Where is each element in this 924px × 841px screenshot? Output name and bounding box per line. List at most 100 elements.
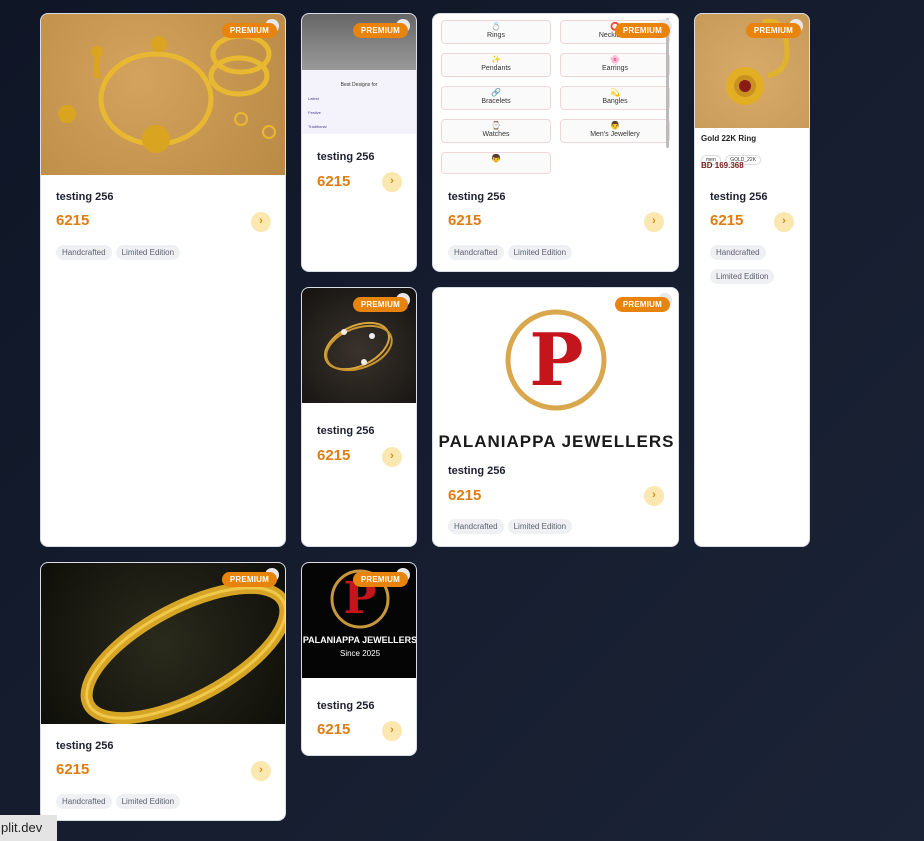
logo-text: PALANIAPPA JEWELLERS [302, 635, 416, 645]
product-card[interactable]: P PALANIAPPA JEWELLERS PREMIUM testing 2… [432, 287, 679, 547]
category-label: Earrings [601, 65, 629, 72]
category-label: Men's Jewellery [590, 131, 640, 138]
product-image: Gold 22K Ring men GOLD_22K BD 169.368 PR… [695, 14, 809, 170]
inner-line: Latest [308, 96, 319, 101]
product-price: 6215 [710, 212, 744, 229]
chevron-right-icon[interactable]: › [644, 212, 664, 232]
product-title: testing 256 [317, 151, 375, 163]
tag: Handcrafted [56, 794, 112, 809]
product-price: 6215 [317, 173, 351, 190]
tag-list: Handcrafted Limited Edition [56, 791, 184, 809]
product-name: Gold 22K Ring [701, 134, 757, 143]
product-title: testing 256 [448, 465, 506, 477]
product-title: testing 256 [317, 700, 375, 712]
product-price: 6215 [56, 212, 90, 229]
logo-subtext: Since 2025 [339, 649, 381, 658]
tag: Handcrafted [448, 245, 504, 260]
tag: Handcrafted [710, 245, 766, 260]
product-title: testing 256 [448, 191, 506, 203]
child-icon: 👦 [491, 154, 501, 163]
bracelet-icon: 🔗 [491, 88, 501, 97]
product-image: PREMIUM [302, 288, 416, 403]
premium-badge: PREMIUM [352, 297, 408, 312]
product-price: 6215 [448, 487, 482, 504]
premium-badge: PREMIUM [221, 572, 277, 587]
chevron-right-icon[interactable]: › [251, 761, 271, 781]
product-title: testing 256 [56, 191, 114, 203]
tag-list: Handcrafted Limited Edition [448, 242, 576, 260]
premium-badge: PREMIUM [352, 23, 408, 38]
category-label: Rings [487, 32, 505, 39]
watch-icon: ⌚ [491, 121, 501, 130]
category-tile: ⌚ Watches [441, 119, 551, 143]
tag: Limited Edition [115, 245, 181, 260]
product-price: 6215 [448, 212, 482, 229]
category-tile: ✨ Pendants [441, 53, 551, 77]
category-tile: 👨 Men's Jewellery [560, 119, 670, 143]
earring-icon: 🌸 [610, 55, 620, 64]
product-card[interactable]: PREMIUM testing 256 6215 › Handcrafted Li… [40, 562, 286, 821]
chevron-right-icon[interactable]: › [251, 212, 271, 232]
chevron-right-icon[interactable]: › [382, 721, 402, 741]
product-image: Best Designs for Latest Festive Traditio… [302, 14, 416, 134]
premium-badge: PREMIUM [352, 572, 408, 587]
product-image: PREMIUM [41, 14, 285, 175]
category-tile: 💍 Rings [441, 20, 551, 44]
footer-label[interactable]: plit.dev [0, 815, 57, 841]
category-tile: 👦 [441, 152, 551, 174]
category-label: Pendants [481, 65, 511, 72]
premium-badge: PREMIUM [614, 23, 670, 38]
product-card[interactable]: Best Designs for Latest Festive Traditio… [301, 13, 417, 272]
inner-heading: Best Designs for [340, 82, 378, 88]
chevron-right-icon[interactable]: › [382, 172, 402, 192]
category-tile: 💫 Bangles [560, 86, 670, 110]
inner-line: Traditional [308, 124, 327, 129]
premium-badge: PREMIUM [221, 23, 277, 38]
product-price: 6215 [56, 761, 90, 778]
product-title: testing 256 [56, 740, 114, 752]
tag: Handcrafted [56, 245, 112, 260]
scrollbar[interactable] [666, 18, 669, 148]
necklace-set-image [58, 33, 276, 153]
bangle-icon: 💫 [610, 88, 620, 97]
category-label: Watches [482, 131, 510, 138]
tag: Handcrafted [448, 519, 504, 534]
category-tile: 🔗 Bracelets [441, 86, 551, 110]
tag: Limited Edition [115, 794, 181, 809]
tag: Limited Edition [507, 245, 573, 260]
category-grid-image: 💍Rings ⭕Necklaces ✨Pendants 🌸Earrings 🔗B… [433, 14, 678, 175]
tag-list: Handcrafted Limited Edition [56, 242, 184, 260]
product-card[interactable]: PREMIUM testing 256 6215 › Handcrafted Li… [40, 13, 286, 547]
logo-text: PALANIAPPA JEWELLERS [438, 432, 675, 449]
chevron-right-icon[interactable]: › [774, 212, 794, 232]
chevron-right-icon[interactable]: › [644, 486, 664, 506]
product-image: P PALANIAPPA JEWELLERS PREMIUM [433, 288, 678, 449]
product-card[interactable]: P PALANIAPPA JEWELLERS Since 2025 PREMIU… [301, 562, 417, 756]
product-card[interactable]: PREMIUM testing 256 6215 › [301, 287, 417, 547]
product-card[interactable]: Gold 22K Ring men GOLD_22K BD 169.368 PR… [694, 13, 810, 547]
product-title: testing 256 [317, 425, 375, 437]
tag: Limited Edition [710, 269, 775, 284]
chevron-right-icon[interactable]: › [382, 447, 402, 467]
product-price: 6215 [317, 447, 351, 464]
product-image: P PALANIAPPA JEWELLERS Since 2025 PREMIU… [302, 563, 416, 678]
inner-panel: Best Designs for Latest Festive Traditio… [302, 70, 416, 134]
product-card[interactable]: 💍Rings ⭕Necklaces ✨Pendants 🌸Earrings 🔗B… [432, 13, 679, 272]
pendant-icon: ✨ [491, 55, 501, 64]
tag-list: Handcrafted Limited Edition [710, 242, 800, 284]
category-tile: 🌸 Earrings [560, 53, 670, 77]
product-title: testing 256 [710, 191, 768, 203]
tag-list: Handcrafted Limited Edition [448, 516, 576, 534]
premium-badge: PREMIUM [745, 23, 801, 38]
ring-icon: 💍 [491, 22, 501, 31]
man-icon: 👨 [610, 121, 620, 130]
category-label: Bangles [602, 98, 628, 105]
inner-line: Festive [308, 110, 321, 115]
bracelet-image [80, 581, 285, 724]
product-price: 6215 [317, 721, 351, 738]
product-inner-price: BD 169.368 [701, 161, 744, 170]
product-image: PREMIUM [41, 563, 285, 724]
logo-letter: P [529, 317, 584, 402]
tag: Limited Edition [507, 519, 573, 534]
premium-badge: PREMIUM [614, 297, 670, 312]
